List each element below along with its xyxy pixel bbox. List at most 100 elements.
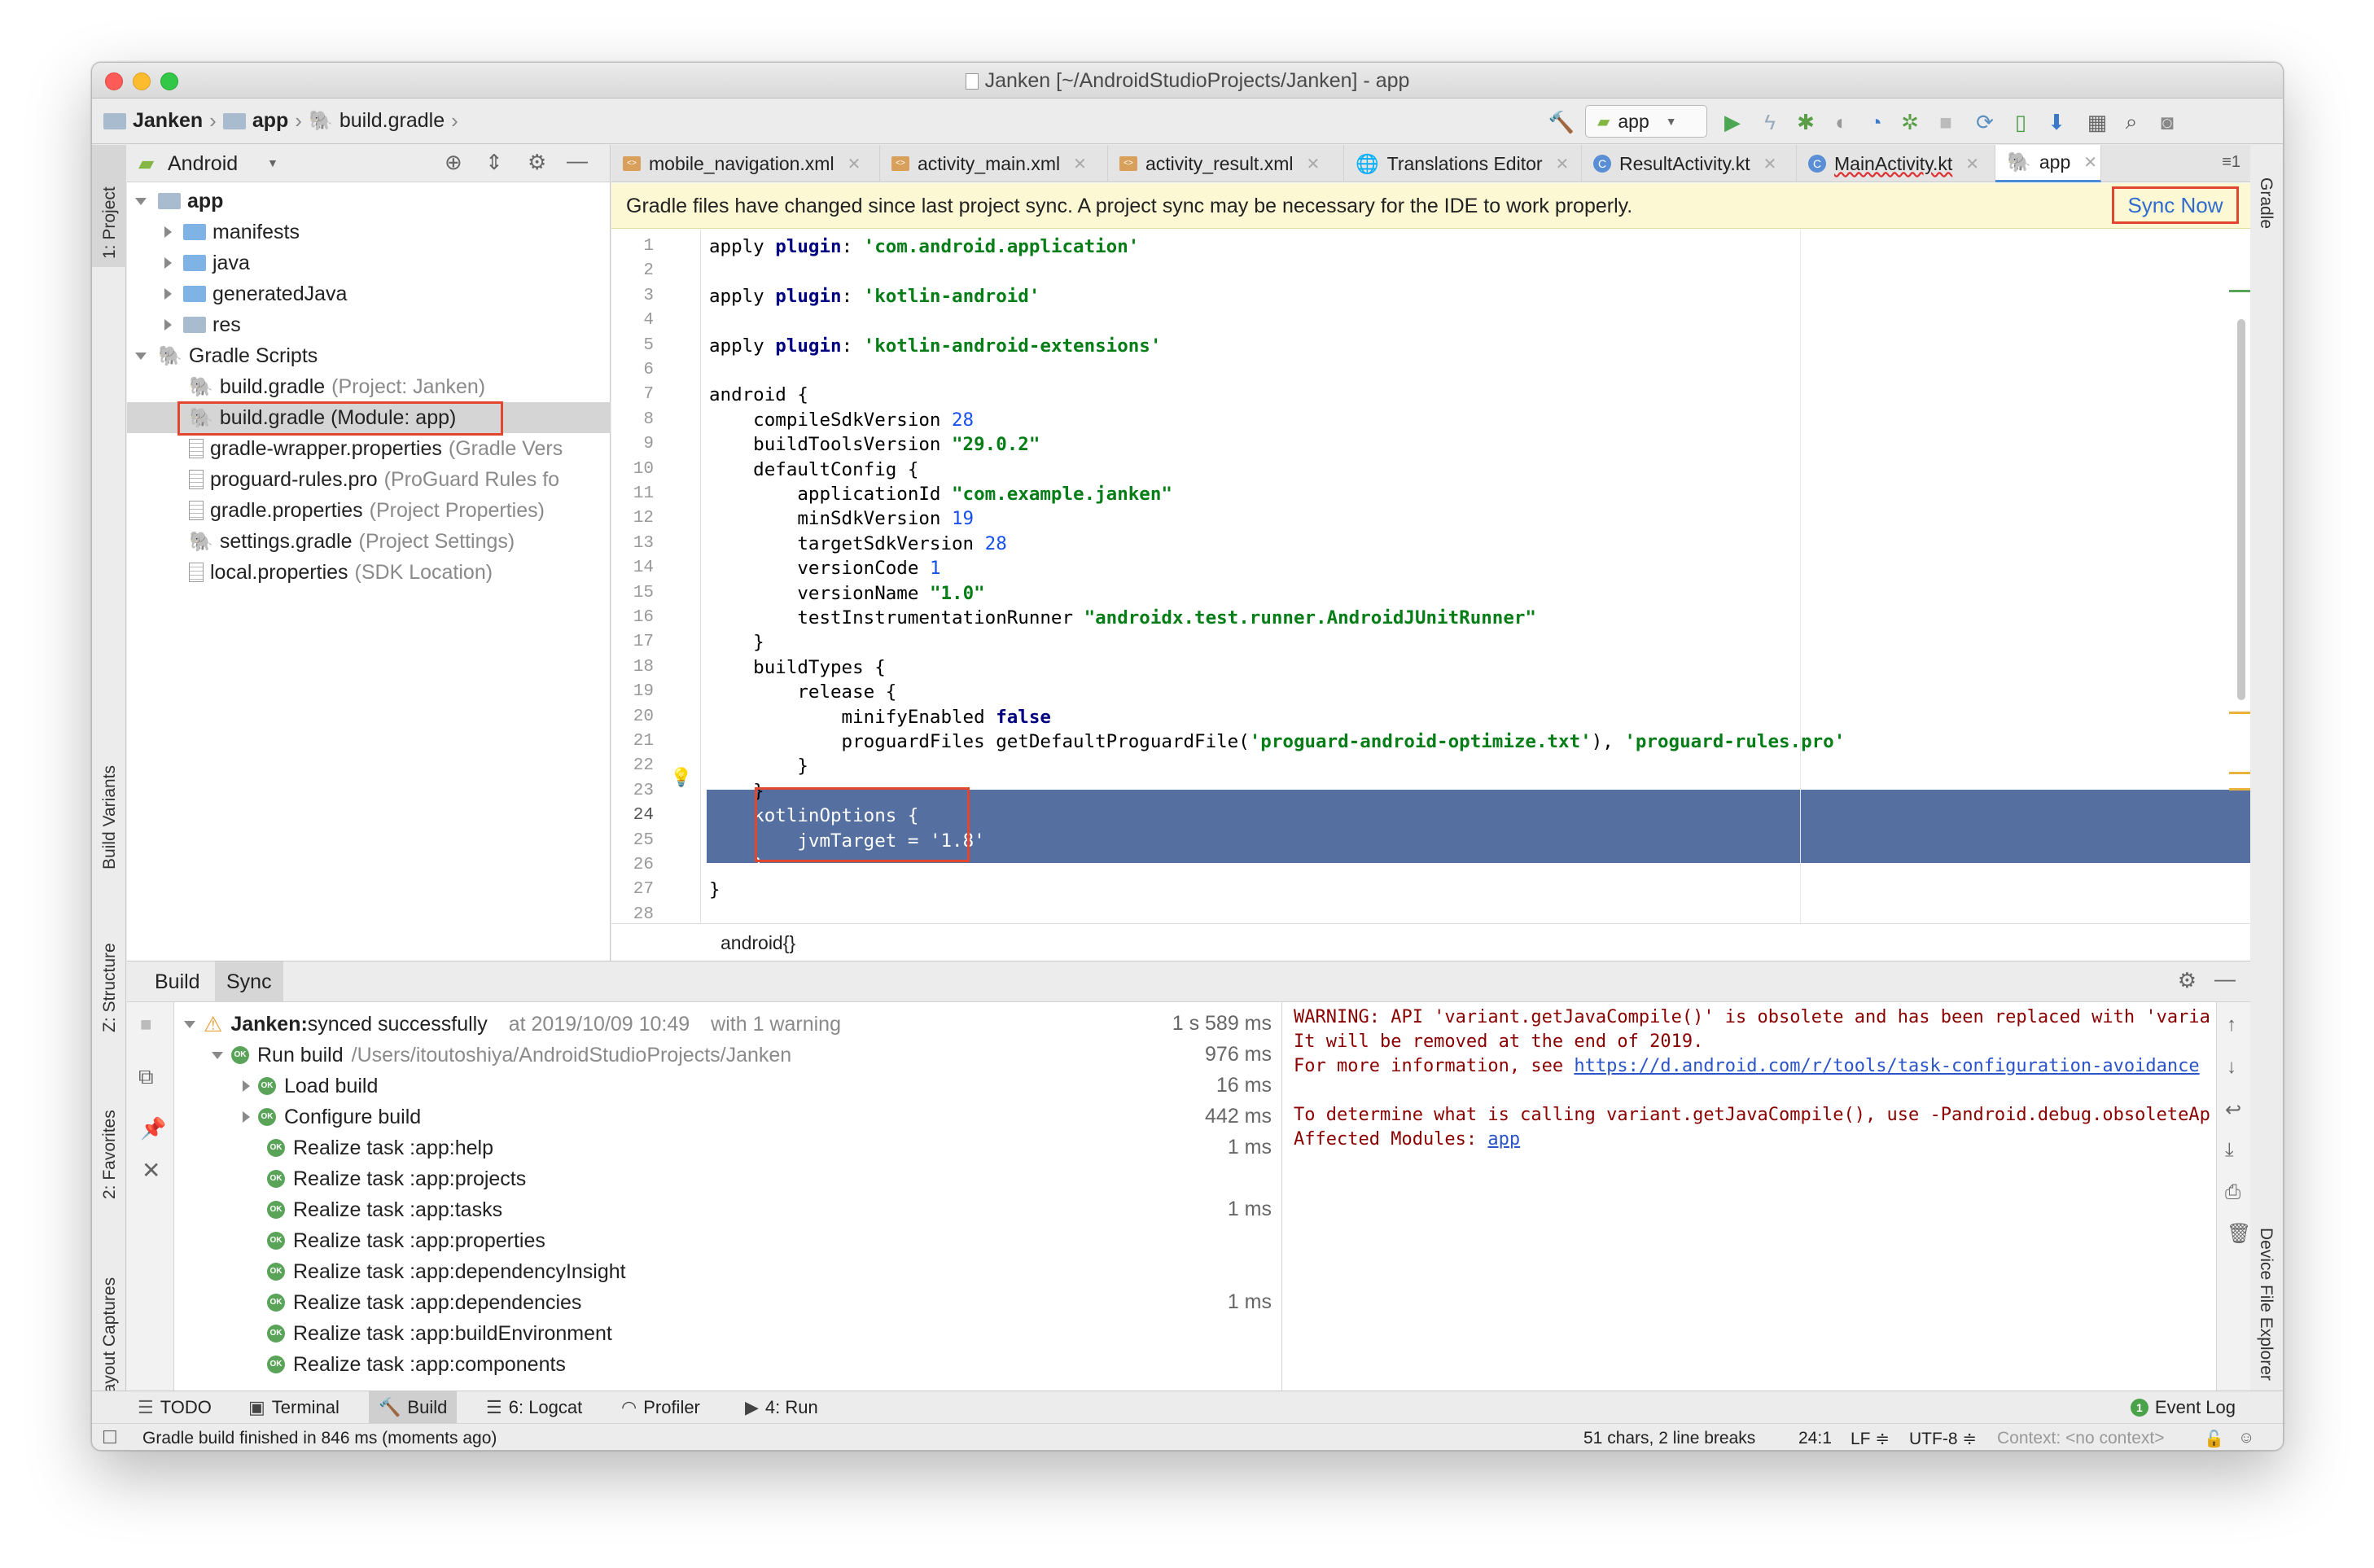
tree-node-gradle-wrapper[interactable]: gradle-wrapper.properties (Gradle Vers <box>189 433 563 464</box>
tree-node-app[interactable]: app <box>135 186 223 217</box>
scroll-to-end-icon[interactable]: ⤓ <box>2225 1139 2234 1162</box>
expand-arrow-icon[interactable] <box>135 197 147 205</box>
coverage-icon[interactable]: ◐ <box>1829 110 1854 134</box>
breadcrumb-project[interactable]: Janken <box>133 109 203 133</box>
chevron-down-icon[interactable]: ▼ <box>267 156 278 169</box>
arrow-up-icon[interactable]: ↑ <box>2227 1014 2236 1036</box>
sdk-manager-icon[interactable]: ⬇ <box>2044 110 2069 134</box>
build-console-output[interactable]: WARNING: API 'variant.getJavaCompile()' … <box>1281 1002 2216 1391</box>
collapse-arrow-icon[interactable] <box>164 319 172 331</box>
build-step-row[interactable]: OK Realize task :app:tasks <box>267 1194 502 1225</box>
device-file-explorer-tool-label[interactable]: Device File Explorer <box>2256 1228 2275 1381</box>
warning-stripe[interactable] <box>2229 772 2250 774</box>
build-run-row[interactable]: OK Run build /Users/itoutoshiya/AndroidS… <box>212 1040 791 1071</box>
tab-app-build-gradle[interactable]: 🐘 app ✕ <box>1995 145 2101 182</box>
tree-node-build-gradle-project[interactable]: 🐘 build.gradle (Project: Janken) <box>189 371 485 402</box>
tab-overflow-menu[interactable]: ≡1 <box>2222 153 2240 172</box>
close-icon[interactable]: ✕ <box>1556 154 1570 174</box>
expand-arrow-icon[interactable] <box>212 1051 223 1059</box>
user-avatar-icon[interactable]: ◙ <box>2155 110 2179 134</box>
arrow-down-icon[interactable]: ↓ <box>2227 1056 2236 1079</box>
close-icon[interactable]: ✕ <box>1073 154 1087 174</box>
gear-icon[interactable]: ⚙ <box>2178 968 2197 993</box>
hide-panel-icon[interactable]: — <box>567 148 588 173</box>
tree-node-settings-gradle[interactable]: 🐘 settings.gradle (Project Settings) <box>189 526 515 557</box>
close-icon[interactable]: ✕ <box>1965 154 1979 174</box>
gradle-tool-label[interactable]: Gradle <box>2256 177 2275 229</box>
logcat-tool-button[interactable]: ☰ 6: Logcat <box>476 1391 592 1424</box>
tab-sync[interactable]: Sync <box>215 961 283 1002</box>
stop-icon[interactable]: ■ <box>140 1014 152 1036</box>
tab-translations-editor[interactable]: 🌐 Translations Editor ✕ <box>1344 145 1582 182</box>
tree-node-proguard-rules[interactable]: proguard-rules.pro (ProGuard Rules fo <box>189 464 559 495</box>
breadcrumb-module[interactable]: app <box>252 109 288 133</box>
build-step-row[interactable]: OK Realize task :app:properties <box>267 1225 545 1256</box>
build-step-row[interactable]: OK Realize task :app:buildEnvironment <box>267 1318 612 1349</box>
attach-debugger-icon[interactable]: ✲ <box>1898 110 1922 134</box>
print-icon[interactable]: ⎙ <box>2225 1181 2240 1204</box>
close-icon[interactable]: ✕ <box>2083 152 2097 173</box>
close-icon[interactable]: ✕ <box>1306 154 1320 174</box>
tab-build[interactable]: Build <box>143 961 212 1002</box>
docs-link[interactable]: https://d.android.com/r/tools/task-confi… <box>1574 1056 2199 1076</box>
todo-tool-button[interactable]: ☰ TODO <box>128 1391 221 1424</box>
caret-position[interactable]: 24:1 <box>1798 1429 1832 1448</box>
collapse-all-icon[interactable]: ⇕ <box>485 150 503 175</box>
status-message[interactable]: Gradle build finished in 846 ms (moments… <box>142 1429 497 1448</box>
tree-node-gradle-properties[interactable]: gradle.properties (Project Properties) <box>189 495 545 526</box>
build-step-row[interactable]: OK Configure build <box>243 1102 421 1132</box>
collapse-arrow-icon[interactable] <box>243 1080 250 1092</box>
warning-stripe[interactable] <box>2229 788 2250 791</box>
terminal-tool-button[interactable]: ▣ Terminal <box>239 1391 349 1424</box>
tree-node-gradle-scripts[interactable]: 🐘 Gradle Scripts <box>135 340 318 371</box>
build-tool-button[interactable]: 🔨 Build <box>369 1391 458 1424</box>
build-step-row[interactable]: OK Realize task :app:dependencies <box>267 1287 581 1318</box>
sync-now-link[interactable]: Sync Now <box>2112 186 2239 224</box>
favorites-tool-label[interactable]: 2: Favorites <box>100 1110 120 1199</box>
close-icon[interactable]: ✕ <box>142 1157 160 1184</box>
run-configuration-select[interactable]: ▰ app ▼ <box>1585 105 1707 138</box>
build-step-row[interactable]: OK Realize task :app:projects <box>267 1163 526 1194</box>
search-icon[interactable]: ⌕ <box>2119 109 2144 134</box>
sync-gradle-icon[interactable]: ⟳ <box>1973 110 1997 134</box>
apply-changes-icon[interactable]: ϟ <box>1758 110 1782 134</box>
module-link[interactable]: app <box>1487 1129 1520 1150</box>
expand-arrow-icon[interactable] <box>184 1020 195 1028</box>
build-step-row[interactable]: OK Load build <box>243 1071 378 1102</box>
close-icon[interactable]: ✕ <box>848 154 861 174</box>
project-view-mode-select[interactable]: Android <box>168 152 238 176</box>
toggle-tool-windows-icon[interactable]: ☐ <box>102 1427 118 1448</box>
collapse-arrow-icon[interactable] <box>164 257 172 269</box>
build-result-row[interactable]: ⚠ Janken: synced successfully at 2019/10… <box>184 1009 841 1040</box>
hide-panel-icon[interactable]: — <box>2214 966 2236 992</box>
encoding-select[interactable]: UTF-8 ≑ <box>1909 1429 1977 1449</box>
tab-activity-result-xml[interactable]: <> activity_result.xml ✕ <box>1108 145 1344 182</box>
event-log-tool-button[interactable]: 1 Event Log <box>2121 1391 2245 1424</box>
close-icon[interactable]: ✕ <box>1763 154 1777 174</box>
intention-bulb-icon[interactable]: 💡 <box>670 767 692 788</box>
collapse-arrow-icon[interactable] <box>164 288 172 300</box>
layout-captures-tool-label[interactable]: Layout Captures <box>100 1277 120 1403</box>
build-step-row[interactable]: OK Realize task :app:dependencyInsight <box>267 1256 626 1287</box>
breadcrumb-file[interactable]: build.gradle <box>339 109 445 133</box>
lock-icon[interactable]: 🔓 <box>2204 1429 2224 1449</box>
no-errors-indicator[interactable] <box>2229 290 2250 292</box>
expand-arrow-icon[interactable] <box>135 352 147 360</box>
line-separator-select[interactable]: LF ≑ <box>1851 1429 1890 1449</box>
gear-icon[interactable]: ⚙ <box>528 150 546 175</box>
tree-node-manifests[interactable]: manifests <box>164 217 300 247</box>
tab-activity-main-xml[interactable]: <> activity_main.xml ✕ <box>880 145 1108 182</box>
profile-icon[interactable]: ◔ <box>1864 110 1888 134</box>
profiler-tool-button[interactable]: ◠ Profiler <box>611 1391 710 1424</box>
project-tool-label[interactable]: 1: Project <box>100 186 120 259</box>
tree-node-java[interactable]: java <box>164 247 250 278</box>
debug-icon[interactable]: ✱ <box>1794 110 1818 134</box>
tab-main-activity-kt[interactable]: C MainActivity.kt ✕ <box>1797 145 1995 182</box>
avd-manager-icon[interactable]: ▯ <box>2008 110 2033 134</box>
build-step-row[interactable]: OK Realize task :app:help <box>267 1132 493 1163</box>
soft-wrap-icon[interactable]: ↩ <box>2225 1098 2241 1122</box>
warning-stripe[interactable] <box>2229 712 2250 714</box>
tree-node-res[interactable]: res <box>164 309 241 340</box>
project-structure-icon[interactable]: ▦ <box>2085 110 2109 134</box>
tree-node-generatedjava[interactable]: generatedJava <box>164 278 347 309</box>
